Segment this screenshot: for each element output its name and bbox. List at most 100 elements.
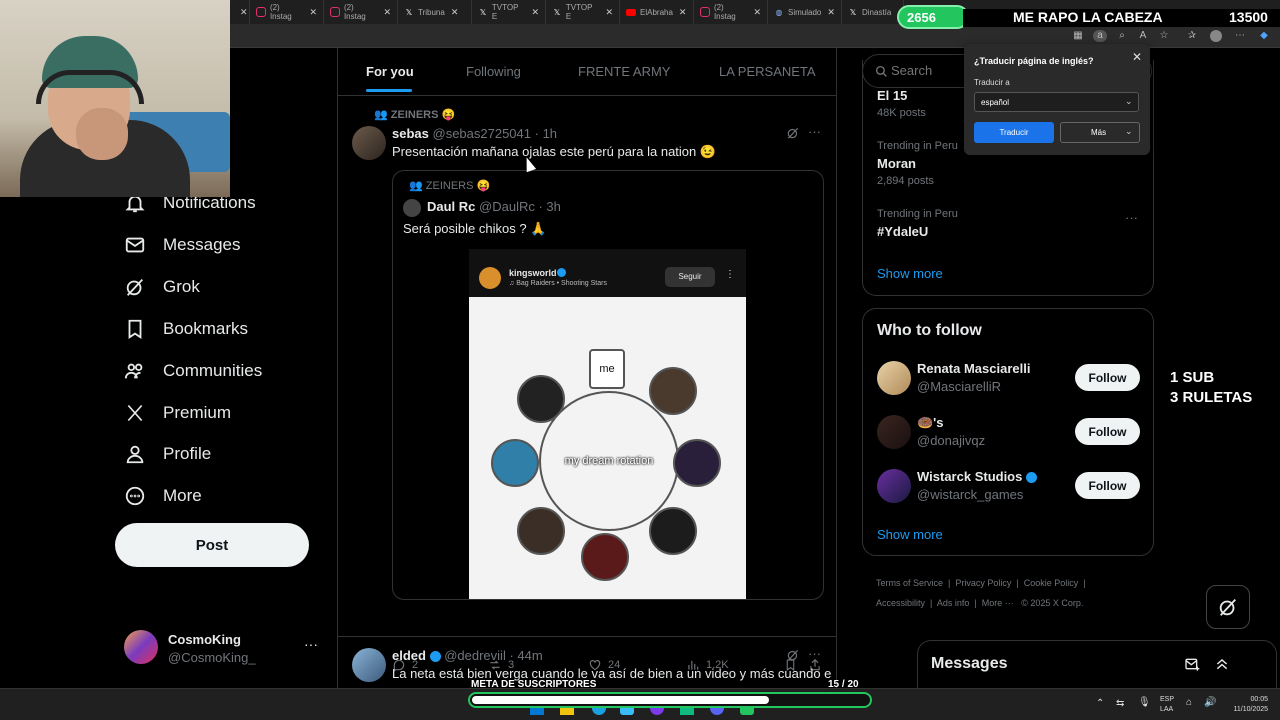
tray-volume-icon[interactable]: 🔊 — [1204, 697, 1216, 708]
trends-show-more[interactable]: Show more — [877, 266, 943, 281]
close-icon[interactable]: ✕ — [383, 7, 391, 18]
tab-for-you[interactable]: For you — [366, 64, 414, 79]
nav-more[interactable]: More — [124, 485, 202, 507]
favorite-star-icon[interactable]: ☆ — [1158, 30, 1170, 42]
footer-link[interactable]: Terms of Service — [876, 578, 943, 588]
post-author-avatar[interactable] — [352, 126, 386, 160]
user-avatar[interactable] — [877, 361, 911, 395]
read-aloud-icon[interactable]: A — [1137, 30, 1149, 42]
clock-date: 11/10/2025 — [1233, 706, 1268, 713]
quote-media[interactable]: kingsworld ♫ Bag Raiders • Shooting Star… — [469, 249, 746, 599]
favorites-icon[interactable]: ✰ — [1186, 30, 1198, 42]
media-follow-button[interactable]: Seguir — [665, 267, 715, 287]
close-icon[interactable]: ✕ — [240, 7, 248, 18]
copilot-icon[interactable]: ◆ — [1258, 30, 1270, 42]
community-icon: 👥 — [374, 109, 388, 121]
tray-language[interactable]: ESP LAA — [1160, 695, 1174, 715]
zoom-icon[interactable]: ⌕ — [1116, 30, 1128, 42]
follow-button[interactable]: Follow — [1075, 418, 1140, 445]
trend-more-icon[interactable]: ··· — [1125, 210, 1138, 225]
tab-following[interactable]: Following — [466, 64, 521, 79]
media-more-icon[interactable]: ⋮ — [725, 269, 735, 280]
grok-icon[interactable] — [786, 648, 800, 667]
follow-button[interactable]: Follow — [1075, 364, 1140, 391]
close-icon[interactable]: ✕ — [451, 7, 459, 18]
tab-la-persaneta[interactable]: LA PERSANETA — [719, 64, 816, 79]
browser-tab[interactable]: (2) Instag ✕ — [250, 0, 324, 24]
footer-link[interactable]: Ads info — [937, 598, 970, 608]
quoted-post[interactable]: 👥 ZEINERS 😝 Daul Rc @DaulRc · 3h Será po… — [392, 170, 824, 600]
x-icon: 𝕏 — [405, 7, 413, 17]
me-label: me — [599, 363, 615, 375]
trend-context: Trending in Peru — [877, 208, 958, 220]
tray-chevron-icon[interactable]: ⌃ — [1096, 698, 1104, 709]
translate-icon[interactable]: a — [1093, 30, 1107, 42]
tray-network-icon[interactable]: ⇆ — [1116, 698, 1124, 709]
browser-tab[interactable]: ElAbraha ✕ — [620, 0, 694, 24]
browser-tab[interactable]: 𝕏 TVTOP E ✕ — [546, 0, 620, 24]
account-more-icon[interactable]: ··· — [304, 636, 318, 652]
nav-messages[interactable]: Messages — [124, 234, 240, 256]
post-button[interactable]: Post — [115, 523, 309, 567]
account-switcher[interactable]: CosmoKing @CosmoKing_ ··· — [124, 630, 324, 666]
nav-bookmarks[interactable]: Bookmarks — [124, 318, 248, 340]
tab-frente-army[interactable]: FRENTE ARMY — [578, 64, 670, 79]
messages-drawer[interactable]: Messages — [917, 640, 1277, 688]
seat-avatar — [517, 507, 565, 555]
nav-grok[interactable]: Grok — [124, 276, 200, 298]
grok-icon[interactable] — [786, 126, 800, 145]
nav-label: Grok — [163, 277, 200, 296]
nav-profile[interactable]: Profile — [124, 443, 211, 465]
browser-tab[interactable]: 𝕏 Tribuna ✕ — [398, 0, 472, 24]
close-icon[interactable]: ✕ — [827, 7, 835, 18]
footer-link[interactable]: Accessibility — [876, 598, 925, 608]
user-name[interactable]: Wistarck Studios — [917, 469, 1022, 484]
post-author-handle[interactable]: @sebas2725041 — [433, 126, 532, 141]
trend-item[interactable]: Trending in Peru Moran 2,894 posts — [877, 140, 958, 187]
nav-premium[interactable]: Premium — [124, 402, 231, 424]
post-more-icon[interactable]: ··· — [808, 124, 821, 139]
grok-float-button[interactable] — [1206, 585, 1250, 629]
browser-tab[interactable]: ◍ Simulado ✕ — [768, 0, 842, 24]
trend-item[interactable]: Trending in Peru #YdaleU — [877, 208, 958, 239]
profile-avatar-icon[interactable] — [1210, 30, 1222, 42]
footer-link[interactable]: More ··· — [982, 598, 1014, 608]
post-more-icon[interactable]: ··· — [808, 646, 821, 661]
post-author-name[interactable]: sebas — [392, 126, 429, 141]
translate-button[interactable]: Traducir — [974, 122, 1054, 143]
browser-tab[interactable]: (2) Instag ✕ — [694, 0, 768, 24]
close-icon[interactable]: ✕ — [679, 7, 687, 18]
user-name[interactable]: Renata Masciarelli — [917, 361, 1030, 376]
user-avatar[interactable] — [877, 469, 911, 503]
tray-network-icon[interactable]: ⌂ — [1186, 697, 1192, 708]
post-author-avatar[interactable] — [352, 648, 386, 682]
user-avatar[interactable] — [877, 415, 911, 449]
browser-tab[interactable]: ✕ — [230, 0, 250, 24]
trend-item[interactable]: El 15 48K posts — [877, 88, 926, 119]
tray-mic-icon[interactable]: 🎙 — [1138, 697, 1151, 708]
follow-show-more[interactable]: Show more — [877, 527, 943, 542]
close-icon[interactable]: ✕ — [531, 7, 539, 18]
close-icon[interactable]: ✕ — [309, 7, 317, 18]
browser-tab[interactable]: 𝕏 Dinastía — [842, 0, 904, 24]
chevron-down-icon: ⌄ — [1125, 126, 1133, 136]
post-time[interactable]: · 44m — [509, 648, 542, 663]
follow-button[interactable]: Follow — [1075, 472, 1140, 499]
user-name[interactable]: 🍩's — [917, 415, 944, 431]
more-menu-icon[interactable]: ⋯ — [1234, 30, 1246, 42]
language-select[interactable]: español ⌄ — [974, 92, 1139, 112]
apps-icon[interactable]: ▦ — [1072, 30, 1084, 42]
tray-clock[interactable]: 00:05 11/10/2025 — [1224, 695, 1268, 715]
nav-communities[interactable]: Communities — [124, 360, 262, 382]
footer-link[interactable]: Cookie Policy — [1024, 578, 1079, 588]
post-author-handle[interactable]: @dedreviil — [444, 648, 506, 663]
footer-link[interactable]: Privacy Policy — [955, 578, 1011, 588]
browser-tab[interactable]: 𝕏 TVTOP E ✕ — [472, 0, 546, 24]
close-icon[interactable]: ✕ — [1132, 50, 1142, 64]
post-time[interactable]: · 1h — [535, 126, 557, 141]
browser-tab[interactable]: (2) Instag ✕ — [324, 0, 398, 24]
more-options-button[interactable]: Más ⌄ — [1060, 122, 1140, 143]
close-icon[interactable]: ✕ — [753, 7, 761, 18]
post-author-name[interactable]: elded — [392, 648, 426, 663]
close-icon[interactable]: ✕ — [605, 7, 613, 18]
